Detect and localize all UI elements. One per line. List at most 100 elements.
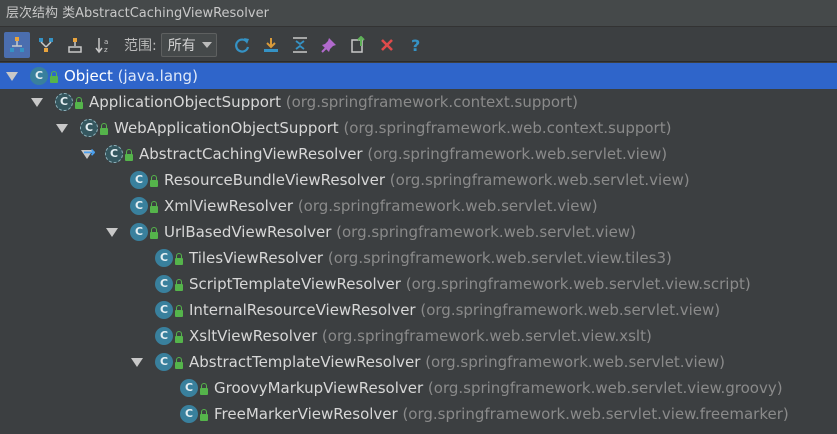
class-name: Object	[64, 67, 113, 85]
package-name: (org.springframework.web.servlet.view.gr…	[423, 379, 783, 397]
public-lock-icon	[125, 149, 133, 161]
public-lock-icon	[175, 305, 183, 317]
class-icon: C	[130, 197, 148, 215]
class-name: AbstractCachingViewResolver	[139, 145, 363, 163]
public-lock-icon	[175, 253, 183, 265]
expand-toggle-icon[interactable]	[31, 98, 43, 107]
class-icon: C	[155, 249, 173, 267]
package-name: (org.springframework.web.servlet.view.ti…	[323, 249, 672, 267]
class-icon: C	[155, 301, 173, 319]
export-button[interactable]	[345, 32, 371, 58]
public-lock-icon	[75, 97, 83, 109]
tree-row-label: TilesViewResolver (org.springframework.w…	[189, 249, 672, 267]
subtypes-hierarchy-button[interactable]	[4, 31, 30, 58]
tree-row-label: UrlBasedViewResolver (org.springframewor…	[164, 223, 636, 241]
package-name: (org.springframework.web.servlet.view)	[331, 223, 636, 241]
sort-alpha-icon: a z	[95, 37, 108, 54]
export-icon	[350, 35, 365, 53]
scope-select-value: 所有	[167, 37, 196, 54]
public-lock-icon	[175, 331, 183, 343]
class-name: InternalResourceViewResolver	[189, 301, 416, 319]
tree-row-label: ApplicationObjectSupport (org.springfram…	[89, 93, 578, 111]
tree-row[interactable]: C XsltViewResolver (org.springframework.w…	[0, 323, 837, 349]
tree-row[interactable]: C ApplicationObjectSupport (org.springfra…	[0, 89, 837, 115]
expand-toggle-icon[interactable]	[6, 72, 18, 81]
close-icon	[380, 38, 393, 51]
package-name: (org.springframework.web.context.support…	[338, 119, 672, 137]
expand-all-icon	[263, 37, 278, 52]
tree-row-label: XmlViewResolver (org.springframework.web…	[164, 197, 598, 215]
class-icon: C	[80, 119, 98, 137]
tree-row[interactable]: C FreeMarkerViewResolver (org.springframe…	[0, 401, 837, 427]
public-lock-icon	[175, 279, 183, 291]
current-class-arrow-icon: →	[83, 143, 96, 161]
tree-row[interactable]: C UrlBasedViewResolver (org.springframewo…	[0, 219, 837, 245]
class-name: AbstractTemplateViewResolver	[189, 353, 421, 371]
class-hierarchy-icon	[68, 37, 82, 53]
tree-row[interactable]: C ScriptTemplateViewResolver (org.springf…	[0, 271, 837, 297]
class-name: ApplicationObjectSupport	[89, 93, 281, 111]
class-name: FreeMarkerViewResolver	[214, 405, 398, 423]
help-button[interactable]: ?	[403, 32, 429, 58]
close-button[interactable]	[374, 32, 400, 58]
package-name: (org.springframework.web.servlet.view)	[385, 171, 690, 189]
tree-row[interactable]: C Object (java.lang)	[0, 63, 837, 89]
pin-icon	[321, 37, 336, 53]
tree-row[interactable]: C InternalResourceViewResolver (org.sprin…	[0, 297, 837, 323]
sort-alphabetically-button[interactable]: a z	[91, 32, 117, 58]
public-lock-icon	[200, 409, 208, 421]
public-lock-icon	[50, 71, 58, 83]
class-hierarchy-button[interactable]	[62, 32, 88, 58]
tree-row-label: XsltViewResolver (org.springframework.we…	[189, 327, 652, 345]
expand-toggle-icon[interactable]	[106, 228, 118, 237]
tree-row[interactable]: C ResourceBundleViewResolver (org.springf…	[0, 167, 837, 193]
package-name: (org.springframework.context.support)	[280, 93, 578, 111]
tree-row[interactable]: C AbstractTemplateViewResolver (org.sprin…	[0, 349, 837, 375]
class-icon: C	[180, 379, 198, 397]
public-lock-icon	[150, 227, 158, 239]
class-name: ScriptTemplateViewResolver	[189, 275, 401, 293]
expand-toggle-icon[interactable]	[56, 124, 68, 133]
package-name: (org.springframework.web.servlet.view)	[420, 353, 725, 371]
tree-row[interactable]: C XmlViewResolver (org.springframework.we…	[0, 193, 837, 219]
package-name: (org.springframework.web.servlet.view)	[415, 301, 721, 319]
public-lock-icon	[200, 383, 208, 395]
package-name: (java.lang)	[112, 67, 198, 85]
class-icon: C	[155, 327, 173, 345]
svg-text:?: ?	[411, 36, 420, 54]
tree-row-label: InternalResourceViewResolver (org.spring…	[189, 301, 720, 319]
class-name: XsltViewResolver	[189, 327, 318, 345]
public-lock-icon	[150, 201, 158, 213]
expand-toggle-icon[interactable]	[131, 358, 143, 367]
package-name: (org.springframework.web.servlet.view.xs…	[317, 327, 652, 345]
supertypes-hierarchy-icon	[39, 37, 53, 52]
class-icon: C	[130, 223, 148, 241]
refresh-button[interactable]	[229, 32, 255, 58]
tree-row[interactable]: C WebApplicationObjectSupport (org.spring…	[0, 115, 837, 141]
tree-row-label: AbstractTemplateViewResolver (org.spring…	[189, 353, 725, 371]
class-name: WebApplicationObjectSupport	[114, 119, 339, 137]
tree-row[interactable]: → C AbstractCachingViewResolver (org.sprin…	[0, 141, 837, 167]
class-icon: C	[155, 275, 173, 293]
tree-row-label: ResourceBundleViewResolver (org.springfr…	[164, 171, 690, 189]
expand-all-button[interactable]	[258, 32, 284, 58]
tree-row[interactable]: C TilesViewResolver (org.springframework.…	[0, 245, 837, 271]
class-icon: C	[130, 171, 148, 189]
help-icon: ?	[411, 36, 420, 54]
package-name: (org.springframework.web.servlet.view.fr…	[397, 405, 789, 423]
collapse-all-button[interactable]	[287, 32, 313, 58]
class-icon: C	[55, 93, 73, 111]
supertypes-hierarchy-button[interactable]	[33, 32, 59, 58]
public-lock-icon	[175, 357, 183, 369]
pin-button[interactable]	[316, 32, 342, 58]
svg-text:z: z	[104, 46, 108, 54]
class-name: UrlBasedViewResolver	[164, 223, 332, 241]
scope-select[interactable]: 所有	[160, 32, 217, 57]
subtypes-hierarchy-icon	[10, 36, 24, 52]
tree-row[interactable]: C GroovyMarkupViewResolver (org.springfra…	[0, 375, 837, 401]
hierarchy-toolbar: a z 范围: 所有 ?	[0, 28, 837, 62]
tree-row-label: Object (java.lang)	[64, 67, 198, 85]
package-name: (org.springframework.web.servlet.view)	[362, 145, 668, 163]
class-name: TilesViewResolver	[189, 249, 324, 267]
class-name: ResourceBundleViewResolver	[164, 171, 386, 189]
